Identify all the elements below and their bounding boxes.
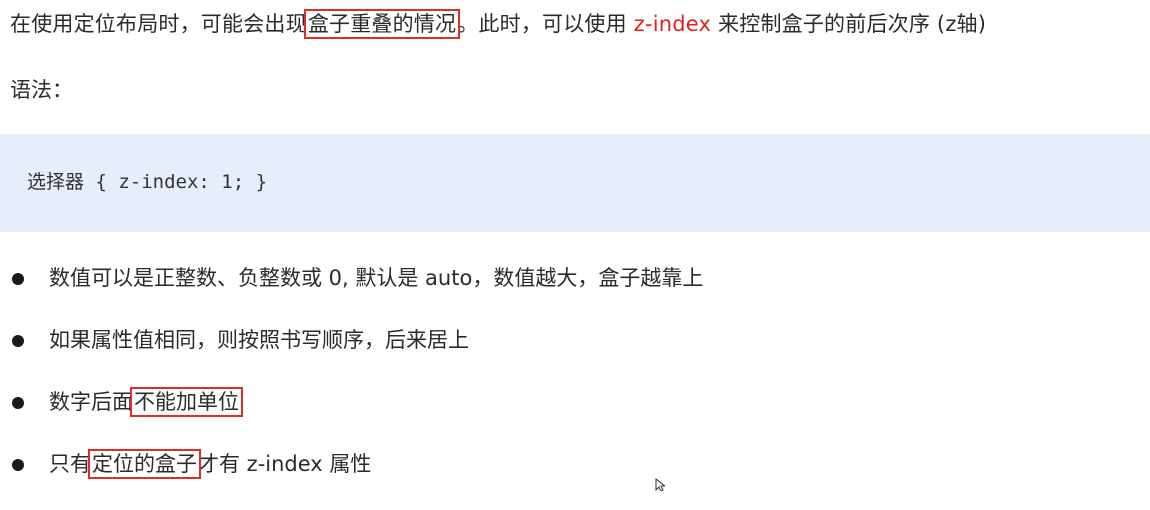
intro-text-3: 来控制盒子的前后次序 (z轴) <box>711 12 987 36</box>
code-block: 选择器 { z-index: 1; } <box>0 134 1150 232</box>
intro-text-2: 。此时，可以使用 <box>457 12 634 36</box>
bullet-dot-icon <box>12 273 24 285</box>
mouse-pointer-icon <box>655 478 665 491</box>
list-item-text-before: 只有 <box>49 452 91 476</box>
list-item-text-before: 如果属性值相同，则按照书写顺序，后来居上 <box>49 328 469 352</box>
z-index-keyword: z-index <box>633 12 712 36</box>
bullet-dot-icon <box>12 459 24 471</box>
list-item-text-after: 才有 z-index 属性 <box>198 452 372 476</box>
bullet-dot-icon <box>12 397 24 409</box>
bullet-dot-icon <box>12 335 24 347</box>
list-item-text-before: 数字后面 <box>49 390 133 414</box>
intro-text-1: 在使用定位布局时，可能会出现 <box>10 12 307 36</box>
list-item-text: 数字后面不能加单位 <box>49 386 243 418</box>
highlight-box-positioned-box: 定位的盒子 <box>88 449 201 479</box>
list-item-text: 只有定位的盒子才有 z-index 属性 <box>49 448 371 480</box>
code-line: 选择器 { z-index: 1; } <box>27 171 268 193</box>
highlight-box-no-unit: 不能加单位 <box>130 387 243 417</box>
list-item-text: 数值可以是正整数、负整数或 0, 默认是 auto，数值越大，盒子越靠上 <box>49 262 703 294</box>
list-item-text: 如果属性值相同，则按照书写顺序，后来居上 <box>49 324 469 356</box>
syntax-label: 语法： <box>10 78 73 102</box>
highlight-box-overlap: 盒子重叠的情况 <box>303 9 461 39</box>
list-item-text-before: 数值可以是正整数、负整数或 0, 默认是 auto，数值越大，盒子越靠上 <box>49 266 704 290</box>
intro-paragraph: 在使用定位布局时，可能会出现盒子重叠的情况。此时，可以使用 z-index 来控… <box>10 8 986 40</box>
